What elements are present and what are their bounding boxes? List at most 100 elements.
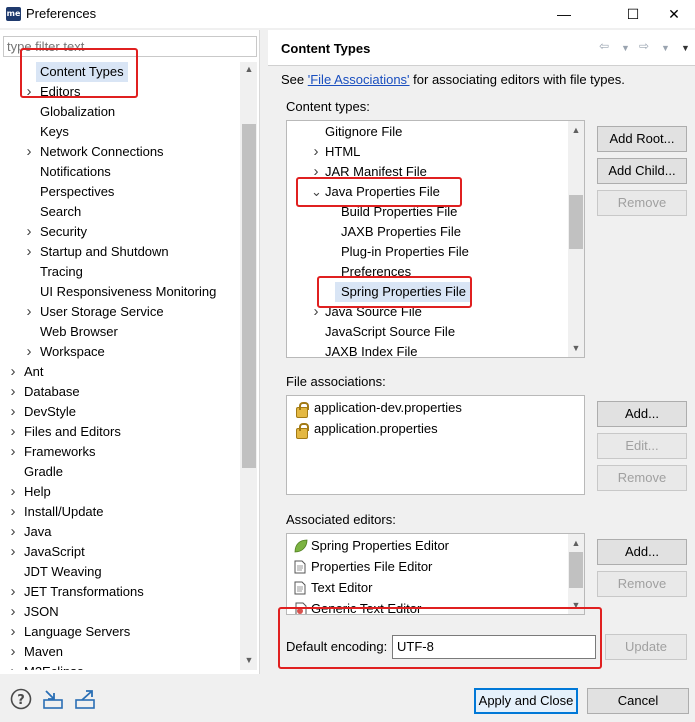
- lock-icon: [296, 423, 309, 439]
- expand-chevron-icon[interactable]: ›: [24, 342, 34, 362]
- content-type-item[interactable]: JAXB Properties File: [341, 222, 461, 242]
- document-icon: [294, 560, 306, 577]
- expand-chevron-icon[interactable]: ›: [24, 142, 34, 162]
- title-bar: [0, 0, 695, 28]
- tree-item[interactable]: Frameworks: [24, 442, 96, 462]
- close-button[interactable]: ✕: [654, 0, 694, 28]
- add-file-association-button[interactable]: Add...: [597, 401, 687, 427]
- tree-item[interactable]: Globalization: [40, 102, 115, 122]
- content-type-item[interactable]: JavaScript Source File: [325, 322, 455, 342]
- expand-chevron-icon[interactable]: ›: [8, 482, 18, 502]
- scroll-up-icon[interactable]: ▲: [242, 64, 256, 74]
- tree-item[interactable]: Maven: [24, 642, 63, 662]
- expand-chevron-icon[interactable]: ›: [8, 382, 18, 402]
- expand-chevron-icon[interactable]: ›: [8, 622, 18, 642]
- content-types-tree[interactable]: Gitignore File › HTML › JAR Manifest File ⌄ Ja…: [286, 120, 585, 358]
- content-type-item[interactable]: Plug-in Properties File: [341, 242, 469, 262]
- expand-chevron-icon[interactable]: ›: [24, 242, 34, 262]
- tree-scroll-thumb[interactable]: [242, 124, 256, 468]
- minimize-button[interactable]: —: [541, 0, 587, 28]
- tree-item[interactable]: DevStyle: [24, 402, 76, 422]
- expand-chevron-icon[interactable]: ›: [8, 502, 18, 522]
- tree-item[interactable]: User Storage Service: [40, 302, 164, 322]
- add-root-button[interactable]: Add Root...: [597, 126, 687, 152]
- tree-item[interactable]: Perspectives: [40, 182, 114, 202]
- tree-item[interactable]: JET Transformations: [24, 582, 144, 602]
- associated-editor-item[interactable]: Text Editor: [311, 578, 372, 598]
- file-association-item[interactable]: application-dev.properties: [314, 398, 462, 418]
- tree-item[interactable]: Files and Editors: [24, 422, 121, 442]
- expand-chevron-icon[interactable]: ›: [24, 302, 34, 322]
- expand-chevron-icon[interactable]: ›: [8, 422, 18, 442]
- editors-scroll-thumb[interactable]: [569, 552, 583, 588]
- remove-file-association-button[interactable]: Remove: [597, 465, 687, 491]
- file-associations-list[interactable]: application-dev.properties application.pr…: [286, 395, 585, 495]
- content-types-scroll-thumb[interactable]: [569, 195, 583, 249]
- update-button[interactable]: Update: [605, 634, 687, 660]
- content-type-item[interactable]: HTML: [325, 142, 360, 162]
- apply-and-close-button[interactable]: Apply and Close: [474, 688, 578, 714]
- associated-editors-list[interactable]: Spring Properties Editor Properties File …: [286, 533, 585, 615]
- forward-arrow-icon[interactable]: ⇨: [639, 39, 649, 53]
- tree-item[interactable]: Database: [24, 382, 80, 402]
- expand-chevron-icon[interactable]: ›: [8, 442, 18, 462]
- maximize-button[interactable]: ☐: [610, 0, 656, 28]
- page-title: Content Types: [281, 41, 371, 56]
- forward-menu-chevron-icon[interactable]: ▼: [661, 43, 670, 53]
- tree-item[interactable]: Network Connections: [40, 142, 164, 162]
- export-icon[interactable]: [74, 688, 96, 710]
- content-type-item[interactable]: JAXB Index File: [325, 342, 418, 357]
- edit-file-association-button[interactable]: Edit...: [597, 433, 687, 459]
- file-associations-link[interactable]: 'File Associations': [308, 72, 410, 87]
- tree-item[interactable]: JDT Weaving: [24, 562, 102, 582]
- expand-chevron-icon[interactable]: ›: [8, 582, 18, 602]
- tree-item[interactable]: Security: [40, 222, 87, 242]
- import-icon[interactable]: [42, 688, 64, 710]
- tree-item[interactable]: Workspace: [40, 342, 105, 362]
- file-association-item[interactable]: application.properties: [314, 419, 438, 439]
- content-type-item[interactable]: Gitignore File: [325, 122, 402, 142]
- cancel-button[interactable]: Cancel: [587, 688, 689, 714]
- tree-item[interactable]: Install/Update: [24, 502, 104, 522]
- tree-item[interactable]: Notifications: [40, 162, 111, 182]
- expand-chevron-icon[interactable]: ›: [8, 642, 18, 662]
- scroll-up-icon[interactable]: ▲: [569, 538, 583, 548]
- tree-item[interactable]: Java: [24, 522, 51, 542]
- expand-chevron-icon[interactable]: ›: [8, 602, 18, 622]
- tree-item[interactable]: Startup and Shutdown: [40, 242, 169, 262]
- tree-item[interactable]: Tracing: [40, 262, 83, 282]
- expand-chevron-icon[interactable]: ›: [8, 542, 18, 562]
- tree-item[interactable]: Gradle: [24, 462, 63, 482]
- intro-suffix: for associating editors with file types.: [409, 72, 625, 87]
- remove-content-type-button[interactable]: Remove: [597, 190, 687, 216]
- tree-item[interactable]: Search: [40, 202, 81, 222]
- expand-chevron-icon[interactable]: ›: [8, 362, 18, 382]
- tree-item[interactable]: Web Browser: [40, 322, 118, 342]
- tree-item[interactable]: Language Servers: [24, 622, 130, 642]
- tree-item[interactable]: Help: [24, 482, 51, 502]
- add-child-button[interactable]: Add Child...: [597, 158, 687, 184]
- remove-editor-button[interactable]: Remove: [597, 571, 687, 597]
- add-editor-button[interactable]: Add...: [597, 539, 687, 565]
- back-menu-chevron-icon[interactable]: ▼: [621, 43, 630, 53]
- expand-chevron-icon[interactable]: ›: [8, 522, 18, 542]
- tree-item[interactable]: M2Eclipse: [24, 662, 84, 670]
- tree-item[interactable]: JSON: [24, 602, 59, 622]
- scroll-down-icon[interactable]: ▼: [569, 343, 583, 353]
- expand-chevron-icon[interactable]: ›: [8, 662, 18, 670]
- associated-editor-item[interactable]: Properties File Editor: [311, 557, 432, 577]
- associated-editor-item[interactable]: Spring Properties Editor: [311, 536, 449, 556]
- expand-chevron-icon[interactable]: ›: [8, 402, 18, 422]
- view-menu-icon[interactable]: ▼: [681, 43, 690, 53]
- tree-item[interactable]: Ant: [24, 362, 44, 382]
- back-arrow-icon[interactable]: ⇦: [599, 39, 609, 53]
- tree-item[interactable]: Keys: [40, 122, 69, 142]
- expand-chevron-icon[interactable]: ›: [311, 142, 321, 162]
- expand-chevron-icon[interactable]: ›: [24, 222, 34, 242]
- tree-item[interactable]: JavaScript: [24, 542, 85, 562]
- tree-item[interactable]: UI Responsiveness Monitoring: [40, 282, 216, 302]
- scroll-down-icon[interactable]: ▼: [242, 655, 256, 665]
- help-icon[interactable]: ?: [10, 688, 32, 710]
- scroll-up-icon[interactable]: ▲: [569, 125, 583, 135]
- annotation-box-spring-properties: [317, 276, 472, 308]
